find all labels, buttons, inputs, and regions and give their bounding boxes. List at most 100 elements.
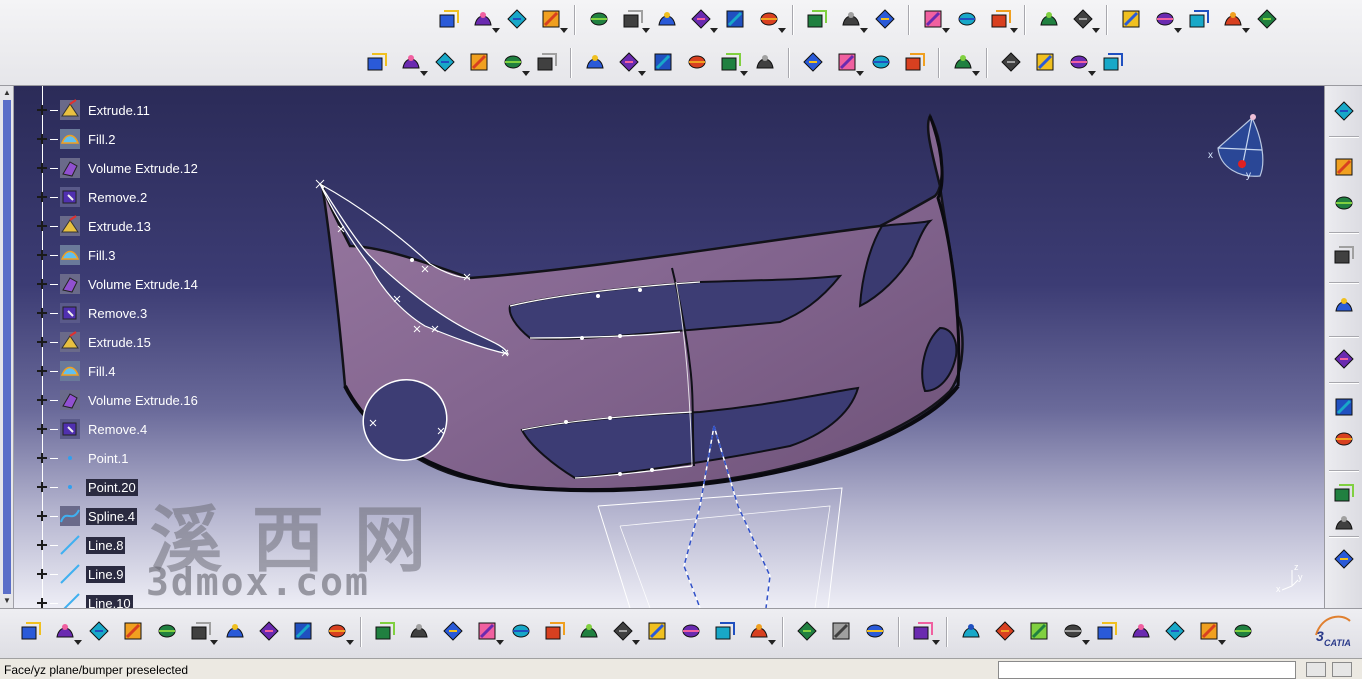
expand-icon[interactable] [36,162,48,174]
measure-inertia-button[interactable] [827,617,855,647]
save-button[interactable] [85,617,113,647]
tree-node[interactable]: Extrude.15 [36,329,153,355]
volume-sweep-button[interactable] [649,48,677,78]
dropdown-arrow-icon[interactable] [856,71,864,76]
analysis-button[interactable] [1219,5,1250,35]
dropdown-arrow-icon[interactable] [1092,28,1100,33]
volume-revolve-button[interactable] [615,48,646,78]
tree-node[interactable]: Spline.4 [36,503,137,529]
compass-icon[interactable]: x y [1200,108,1280,188]
dropdown-arrow-icon[interactable] [1174,28,1182,33]
shading-button[interactable] [677,617,705,647]
expand-icon[interactable] [36,423,48,435]
rotate-button[interactable] [473,617,504,647]
expand-icon[interactable] [36,597,48,608]
swap-space-button[interactable] [745,617,776,647]
dropdown-arrow-icon[interactable] [346,640,354,645]
offset-button[interactable] [363,48,391,78]
plane-button[interactable] [871,5,899,35]
sketch-button[interactable] [435,5,463,35]
fit-all-button[interactable] [405,617,433,647]
compass-reset-button[interactable] [1229,617,1257,647]
remove-face-button[interactable] [1065,48,1096,78]
undo-button[interactable] [255,617,283,647]
measure-button[interactable] [793,617,821,647]
material-button[interactable] [1253,5,1281,35]
paste-button[interactable] [221,617,249,647]
capture-button[interactable] [909,617,940,647]
surface-button[interactable] [653,5,681,35]
hide-show-button[interactable] [711,617,739,647]
intersect-button[interactable] [867,48,895,78]
dropdown-arrow-icon[interactable] [638,71,646,76]
boundary-button[interactable] [755,5,786,35]
tools-button[interactable] [1330,190,1358,218]
dropdown-arrow-icon[interactable] [1082,640,1090,645]
volume-extrude-button[interactable] [581,48,609,78]
close-surface-button[interactable] [751,48,779,78]
multi-section-button[interactable] [721,5,749,35]
pattern-button[interactable] [1151,5,1182,35]
redo-button[interactable] [289,617,317,647]
expand-icon[interactable] [36,510,48,522]
scroll-down-icon[interactable]: ▼ [2,596,12,606]
power-input-field[interactable] [998,661,1296,679]
tree-node[interactable]: Fill.2 [36,126,117,152]
remove-lump-button[interactable] [1031,48,1059,78]
extract-button[interactable] [499,48,530,78]
dropdown-arrow-icon[interactable] [1242,28,1250,33]
open-button[interactable] [51,617,82,647]
workbench-button[interactable] [1330,98,1358,126]
expand-icon[interactable] [36,249,48,261]
expand-icon[interactable] [36,104,48,116]
manipulate-button[interactable] [991,617,1019,647]
dropdown-arrow-icon[interactable] [492,28,500,33]
split-body-button[interactable] [1099,48,1127,78]
tree-node[interactable]: Line.8 [36,532,126,558]
normal-view-button[interactable] [575,617,603,647]
dropdown-arrow-icon[interactable] [74,640,82,645]
expand-icon[interactable] [36,220,48,232]
sketch-analysis-button[interactable] [1330,242,1358,270]
curve-button[interactable] [687,5,718,35]
expand-icon[interactable] [36,452,48,464]
expand-icon[interactable] [36,365,48,377]
sweep-button[interactable] [537,5,568,35]
dropdown-arrow-icon[interactable] [972,71,980,76]
dropdown-arrow-icon[interactable] [942,28,950,33]
tree-node[interactable]: Extrude.11 [36,97,152,123]
dropdown-arrow-icon[interactable] [496,640,504,645]
copy-button[interactable] [187,617,218,647]
status-button-1[interactable] [1306,662,1326,677]
expand-icon[interactable] [36,191,48,203]
transform-button[interactable] [1117,5,1145,35]
render-button[interactable] [1330,426,1358,454]
remove-button[interactable] [833,48,864,78]
dropdown-arrow-icon[interactable] [632,640,640,645]
shell-button[interactable] [533,48,561,78]
dropdown-arrow-icon[interactable] [1088,71,1096,76]
tree-node[interactable]: Line.9 [36,561,126,587]
tree-node[interactable]: Point.20 [36,474,138,500]
expand-icon[interactable] [36,568,48,580]
join-button[interactable] [953,5,981,35]
scroll-up-icon[interactable]: ▲ [2,88,12,98]
dropdown-arrow-icon[interactable] [210,640,218,645]
scroll-thumb[interactable] [3,100,11,594]
update-button[interactable] [957,617,985,647]
thickness-button[interactable] [717,48,748,78]
fillet-button[interactable] [1035,5,1063,35]
expand-icon[interactable] [36,394,48,406]
dropdown-arrow-icon[interactable] [642,28,650,33]
tree-scrollbar[interactable]: ▲ ▼ [0,86,14,608]
apply-material-button[interactable] [861,617,889,647]
constraint-button[interactable] [1195,617,1226,647]
draft-button[interactable] [431,48,459,78]
grid-button[interactable] [585,5,613,35]
whats-this-button[interactable] [323,617,354,647]
dropdown-arrow-icon[interactable] [860,28,868,33]
dropdown-arrow-icon[interactable] [710,28,718,33]
assemble-button[interactable] [997,48,1025,78]
tree-node[interactable]: Volume Extrude.12 [36,155,200,181]
iso-view-button[interactable] [643,617,671,647]
